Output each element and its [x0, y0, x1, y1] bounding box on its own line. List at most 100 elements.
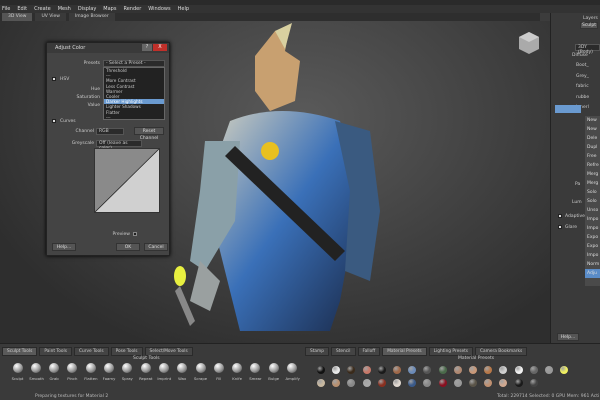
dialog-help-button[interactable]: Help...: [52, 243, 76, 251]
context-menu-item[interactable]: Free: [585, 152, 600, 161]
adaptive-checkbox[interactable]: [558, 214, 562, 218]
tab-stencil[interactable]: Stencil: [330, 347, 356, 356]
menu-render[interactable]: Render: [123, 6, 141, 12]
channel-dropdown[interactable]: RGB: [96, 128, 124, 135]
tool-bulge[interactable]: Bulge: [267, 363, 280, 381]
context-menu-item[interactable]: New: [585, 125, 600, 134]
layer-item[interactable]: Boot_: [566, 63, 600, 71]
tool-wax[interactable]: Wax: [176, 363, 189, 381]
tab-3d-view[interactable]: 3D View: [2, 13, 33, 21]
tab-sculpt-tools[interactable]: Sculpt Tools: [2, 347, 38, 356]
context-menu-item[interactable]: Unso: [585, 206, 600, 215]
layer-object[interactable]: 3DY (Body): [575, 44, 600, 55]
material-preset[interactable]: [362, 366, 371, 374]
layers-help-button[interactable]: Help...: [557, 333, 579, 341]
menu-display[interactable]: Display: [78, 6, 96, 12]
material-preset[interactable]: [514, 379, 523, 387]
menu-file[interactable]: File: [2, 6, 10, 12]
tab-curve-tools[interactable]: Curve Tools: [73, 347, 109, 356]
material-preset[interactable]: [317, 379, 325, 387]
tool-amplify[interactable]: Amplify: [286, 363, 300, 381]
material-preset[interactable]: [393, 379, 401, 387]
tool-smear[interactable]: Smear: [249, 363, 262, 381]
tab-falloff[interactable]: Falloff: [357, 347, 381, 356]
material-preset[interactable]: [377, 366, 386, 374]
context-menu-item[interactable]: Expo: [585, 233, 600, 242]
cancel-button[interactable]: Cancel: [144, 243, 168, 251]
tool-scrape[interactable]: Scrape: [194, 363, 207, 381]
context-menu-item[interactable]: Impo: [585, 215, 600, 224]
tab-uv-view[interactable]: UV View: [35, 13, 66, 21]
help-icon[interactable]: ?: [142, 44, 152, 51]
tab-paint-tools[interactable]: Paint Tools: [39, 347, 72, 356]
tab-stamp[interactable]: Stamp: [305, 347, 329, 356]
context-menu-item[interactable]: Expo: [585, 242, 600, 251]
tool-pinch[interactable]: Pinch: [66, 363, 79, 381]
material-preset[interactable]: [529, 366, 538, 374]
context-menu-item[interactable]: Dupl: [585, 143, 600, 152]
tool-fill[interactable]: Fill: [212, 363, 225, 381]
context-menu-item[interactable]: Impo: [585, 224, 600, 233]
material-preset[interactable]: [438, 366, 447, 374]
reset-channel-button[interactable]: Reset Channel: [134, 127, 164, 141]
presets-list[interactable]: Threshold --- More Contrast Less Contrast Wa…: [103, 67, 165, 120]
curves-checkbox[interactable]: [52, 119, 56, 123]
material-preset[interactable]: [317, 366, 325, 374]
context-menu-item[interactable]: Refre: [585, 161, 600, 170]
context-menu-item[interactable]: Dele: [585, 134, 600, 143]
material-preset[interactable]: [453, 379, 462, 387]
context-menu-item[interactable]: Impo: [585, 251, 600, 260]
material-preset[interactable]: [469, 366, 477, 374]
curve-editor[interactable]: [94, 148, 160, 213]
material-preset[interactable]: [453, 366, 462, 374]
tab-pose-tools[interactable]: Pose Tools: [110, 347, 143, 356]
context-menu-item[interactable]: Merg: [585, 170, 600, 179]
tab-image-browser[interactable]: Image Browser: [68, 13, 115, 21]
context-menu-item[interactable]: New: [585, 116, 600, 125]
preset-option[interactable]: ---: [104, 115, 164, 120]
material-preset[interactable]: [362, 379, 371, 387]
ok-button[interactable]: OK: [116, 243, 140, 251]
material-preset[interactable]: [529, 379, 538, 387]
context-menu-item[interactable]: Adju: [585, 269, 600, 278]
context-menu-item[interactable]: Solo: [585, 188, 600, 197]
view-cube-icon[interactable]: [518, 31, 540, 55]
menu-create[interactable]: Create: [34, 6, 51, 12]
material-preset[interactable]: [514, 366, 523, 374]
tool-knife[interactable]: Knife: [231, 363, 244, 381]
menu-edit[interactable]: Edit: [17, 6, 27, 12]
glare-checkbox[interactable]: [558, 225, 562, 229]
context-menu-item[interactable]: Norm: [585, 260, 600, 269]
tab-lighting-presets[interactable]: Lighting Presets: [428, 347, 474, 356]
layer-item[interactable]: rubbe: [566, 95, 600, 103]
tab-material-presets[interactable]: Material Presets: [382, 347, 427, 356]
context-menu-item[interactable]: Solo: [585, 197, 600, 206]
menu-windows[interactable]: Windows: [148, 6, 170, 12]
menu-maps[interactable]: Maps: [103, 6, 116, 12]
tool-flatten[interactable]: Flatten: [84, 363, 97, 381]
material-preset[interactable]: [393, 366, 401, 374]
tool-sculpt[interactable]: Sculpt: [11, 363, 24, 381]
tool-foamy[interactable]: Foamy: [103, 363, 116, 381]
layer-item[interactable]: fabric: [566, 84, 600, 92]
tool-spray[interactable]: Spray: [121, 363, 134, 381]
menu-help[interactable]: Help: [178, 6, 189, 12]
layer-item[interactable]: Grey_: [566, 74, 600, 82]
tool-repeat[interactable]: Repeat: [139, 363, 152, 381]
presets-dropdown[interactable]: - Select a Preset -: [103, 60, 165, 67]
tool-imprint[interactable]: Imprint: [157, 363, 171, 381]
material-preset[interactable]: [469, 379, 477, 387]
hsv-checkbox[interactable]: [52, 77, 56, 81]
layer-group-diffuse[interactable]: Diffuse: [566, 53, 600, 61]
tool-smooth[interactable]: Smooth: [29, 363, 44, 381]
greyscale-dropdown[interactable]: Off (leave as color): [96, 140, 142, 151]
material-preset[interactable]: [438, 379, 447, 387]
material-preset[interactable]: [377, 379, 386, 387]
tool-grab[interactable]: Grab: [48, 363, 61, 381]
menu-mesh[interactable]: Mesh: [58, 6, 71, 12]
context-menu-item[interactable]: Merg: [585, 179, 600, 188]
preview-checkbox[interactable]: [133, 232, 137, 236]
tab-select-move-tools[interactable]: Select/Move Tools: [144, 347, 193, 356]
tab-camera-bookmarks[interactable]: Camera Bookmarks: [475, 347, 528, 356]
close-icon[interactable]: X: [153, 44, 167, 51]
